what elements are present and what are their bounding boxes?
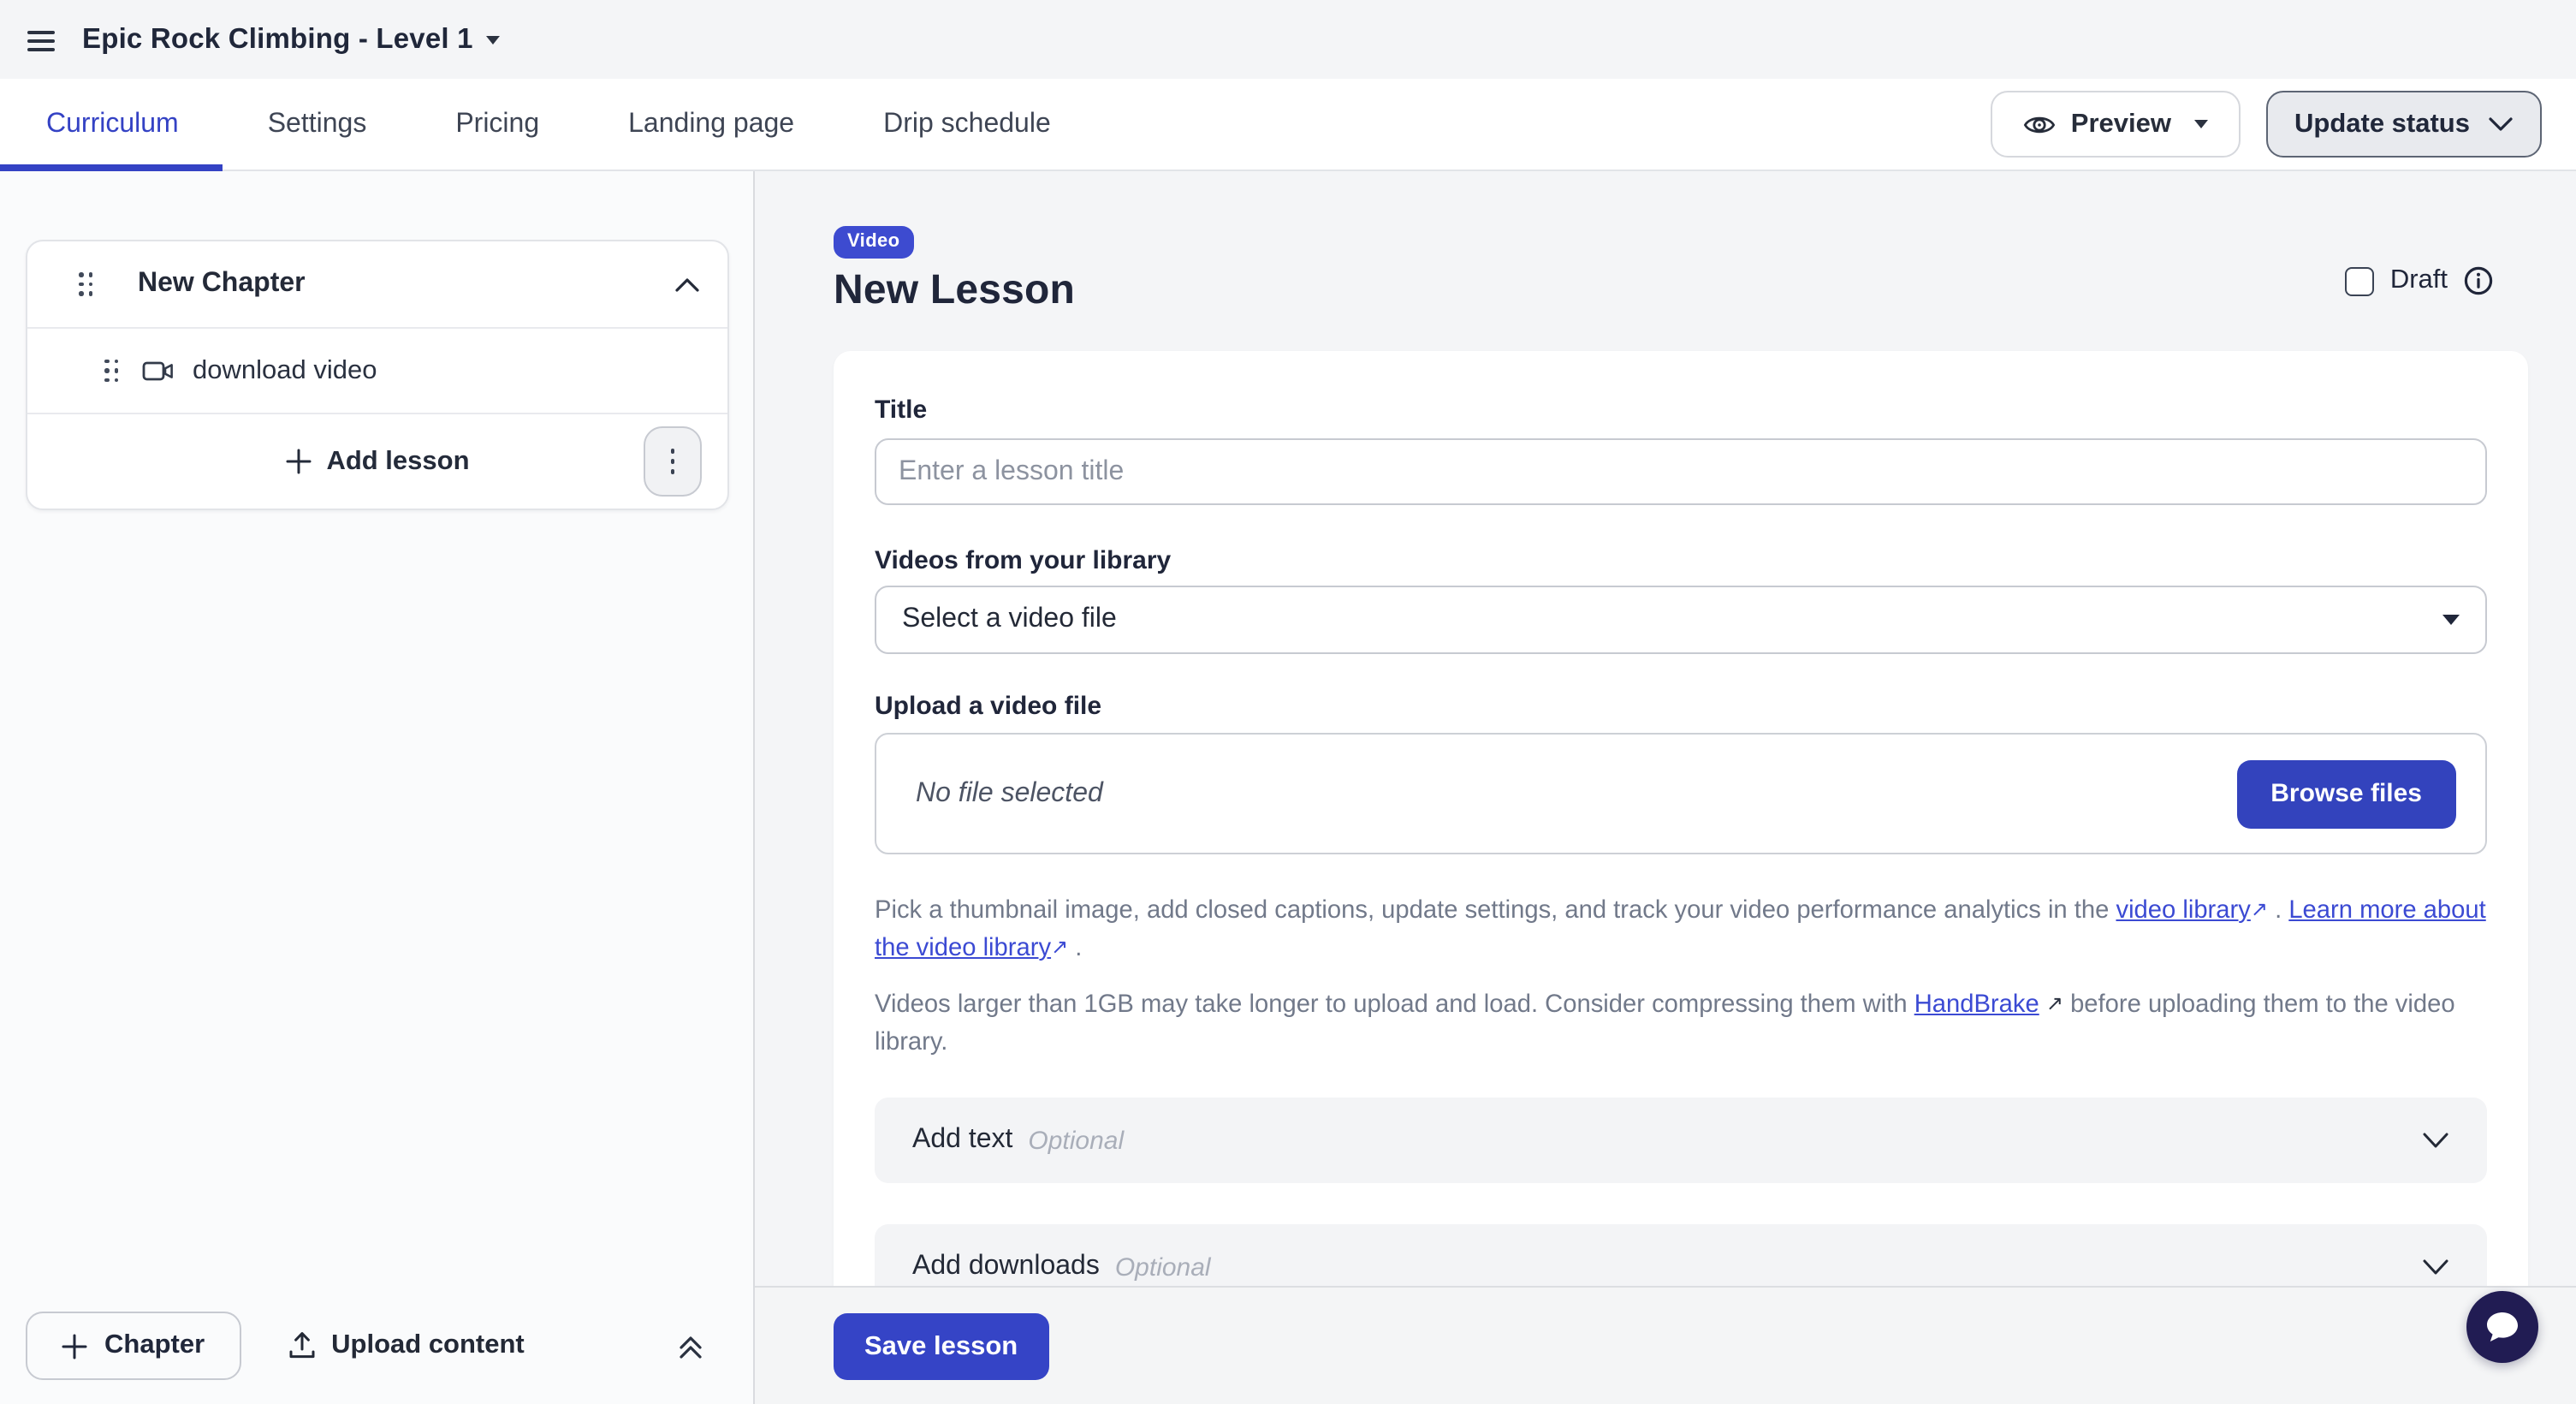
select-caret-icon: [2442, 615, 2460, 625]
preview-button[interactable]: Preview: [1991, 91, 2240, 158]
help-text: .: [2268, 897, 2288, 925]
video-library-selected-value: Select a video file: [902, 604, 1117, 635]
tab-curriculum[interactable]: Curriculum: [0, 79, 223, 170]
collapse-all-icon[interactable]: [676, 1331, 705, 1360]
chapter-card: New Chapter download video: [26, 240, 729, 510]
chevron-down-icon: [2422, 1258, 2449, 1276]
save-footer: Save lesson: [755, 1286, 2576, 1404]
speech-bubble-icon: [2482, 1306, 2523, 1347]
eye-icon: [2023, 112, 2056, 136]
add-lesson-button[interactable]: Add lesson: [285, 446, 469, 477]
tab-list: Curriculum Settings Pricing Landing page…: [0, 79, 1095, 170]
optional-label: Optional: [1028, 1126, 1124, 1155]
browse-files-button[interactable]: Browse files: [2236, 759, 2456, 828]
tab-pricing[interactable]: Pricing: [411, 79, 584, 170]
topbar: Epic Rock Climbing - Level 1: [0, 0, 2576, 79]
chat-widget-button[interactable]: [2466, 1291, 2538, 1363]
lesson-type-badge: Video: [834, 226, 914, 259]
add-downloads-label: Add downloads: [912, 1252, 1100, 1282]
lesson-row[interactable]: download video: [27, 329, 727, 414]
upload-content-label: Upload content: [331, 1330, 525, 1361]
update-status-label: Update status: [2294, 109, 2470, 140]
library-field-label: Videos from your library: [875, 546, 2487, 575]
drag-handle-icon[interactable]: [104, 359, 119, 383]
video-library-select[interactable]: Select a video file: [875, 586, 2487, 654]
upload-content-button[interactable]: Upload content: [287, 1330, 525, 1361]
tab-settings[interactable]: Settings: [223, 79, 412, 170]
upload-field-label: Upload a video file: [875, 692, 2487, 721]
chapter-title: New Chapter: [138, 269, 306, 300]
plus-icon: [62, 1333, 87, 1359]
help-text: Pick a thumbnail image, add closed capti…: [875, 897, 2116, 925]
add-chapter-label: Chapter: [104, 1330, 205, 1361]
file-upload-box: No file selected Browse files: [875, 733, 2487, 854]
update-status-button[interactable]: Update status: [2265, 91, 2542, 158]
help-text: Videos larger than 1GB may take longer t…: [875, 991, 1914, 1019]
draft-label: Draft: [2390, 265, 2448, 296]
chapter-header[interactable]: New Chapter: [27, 241, 727, 329]
help-text: .: [1068, 935, 1082, 962]
add-text-accordion[interactable]: Add text Optional: [875, 1098, 2487, 1183]
add-chapter-button[interactable]: Chapter: [26, 1312, 240, 1380]
add-lesson-row: Add lesson: [27, 414, 727, 509]
sidebar-footer: Chapter Upload content: [26, 1312, 729, 1380]
handbrake-link[interactable]: HandBrake: [1914, 991, 2039, 1019]
tab-drip-schedule[interactable]: Drip schedule: [839, 79, 1095, 170]
lesson-title: download video: [193, 355, 377, 386]
lesson-form-card: Title Videos from your library Select a …: [834, 351, 2528, 1404]
plus-icon: [285, 449, 311, 474]
add-lesson-label: Add lesson: [326, 446, 469, 477]
lesson-page-title: New Lesson: [834, 267, 2494, 315]
tabbar: Curriculum Settings Pricing Landing page…: [0, 79, 2576, 171]
compression-help-text: Videos larger than 1GB may take longer t…: [875, 986, 2487, 1062]
preview-caret-icon: [2193, 120, 2207, 128]
preview-label: Preview: [2071, 109, 2171, 140]
lesson-title-input[interactable]: [875, 438, 2487, 505]
draft-checkbox[interactable]: [2346, 266, 2375, 295]
content-area: New Chapter download video: [0, 171, 2576, 1404]
course-title[interactable]: Epic Rock Climbing - Level 1: [82, 23, 473, 56]
drag-handle-icon[interactable]: [79, 272, 93, 296]
save-lesson-button[interactable]: Save lesson: [834, 1313, 1048, 1380]
chapter-kebab-menu-button[interactable]: [644, 426, 702, 497]
video-library-link[interactable]: video library: [2116, 897, 2250, 925]
chevron-up-icon[interactable]: [674, 277, 700, 292]
optional-label: Optional: [1115, 1252, 1211, 1282]
tab-landing-page[interactable]: Landing page: [584, 79, 839, 170]
draft-toggle-group: Draft: [2346, 265, 2494, 296]
course-dropdown-caret-icon[interactable]: [487, 35, 501, 44]
external-link-icon: ↗: [2251, 890, 2268, 928]
external-link-icon: ↗: [2046, 985, 2063, 1022]
no-file-text: No file selected: [916, 778, 1103, 809]
chevron-down-icon: [2489, 116, 2513, 132]
lesson-editor-panel: Video New Lesson Draft Title Videos from…: [755, 171, 2576, 1404]
course-builder-app: Epic Rock Climbing - Level 1 Curriculum …: [0, 0, 2576, 1404]
tabbar-actions: Preview Update status: [1991, 79, 2576, 170]
menu-icon[interactable]: [27, 31, 55, 51]
info-icon[interactable]: [2463, 265, 2494, 296]
external-link-icon: ↗: [1051, 928, 1068, 966]
add-text-label: Add text: [912, 1125, 1012, 1156]
upload-icon: [287, 1330, 316, 1361]
video-library-help-text: Pick a thumbnail image, add closed capti…: [875, 892, 2487, 967]
title-field-label: Title: [875, 396, 927, 425]
video-camera-icon: [141, 358, 174, 384]
curriculum-sidebar: New Chapter download video: [0, 171, 755, 1404]
lesson-header: Video New Lesson Draft: [755, 171, 2576, 315]
chevron-down-icon: [2422, 1132, 2449, 1149]
